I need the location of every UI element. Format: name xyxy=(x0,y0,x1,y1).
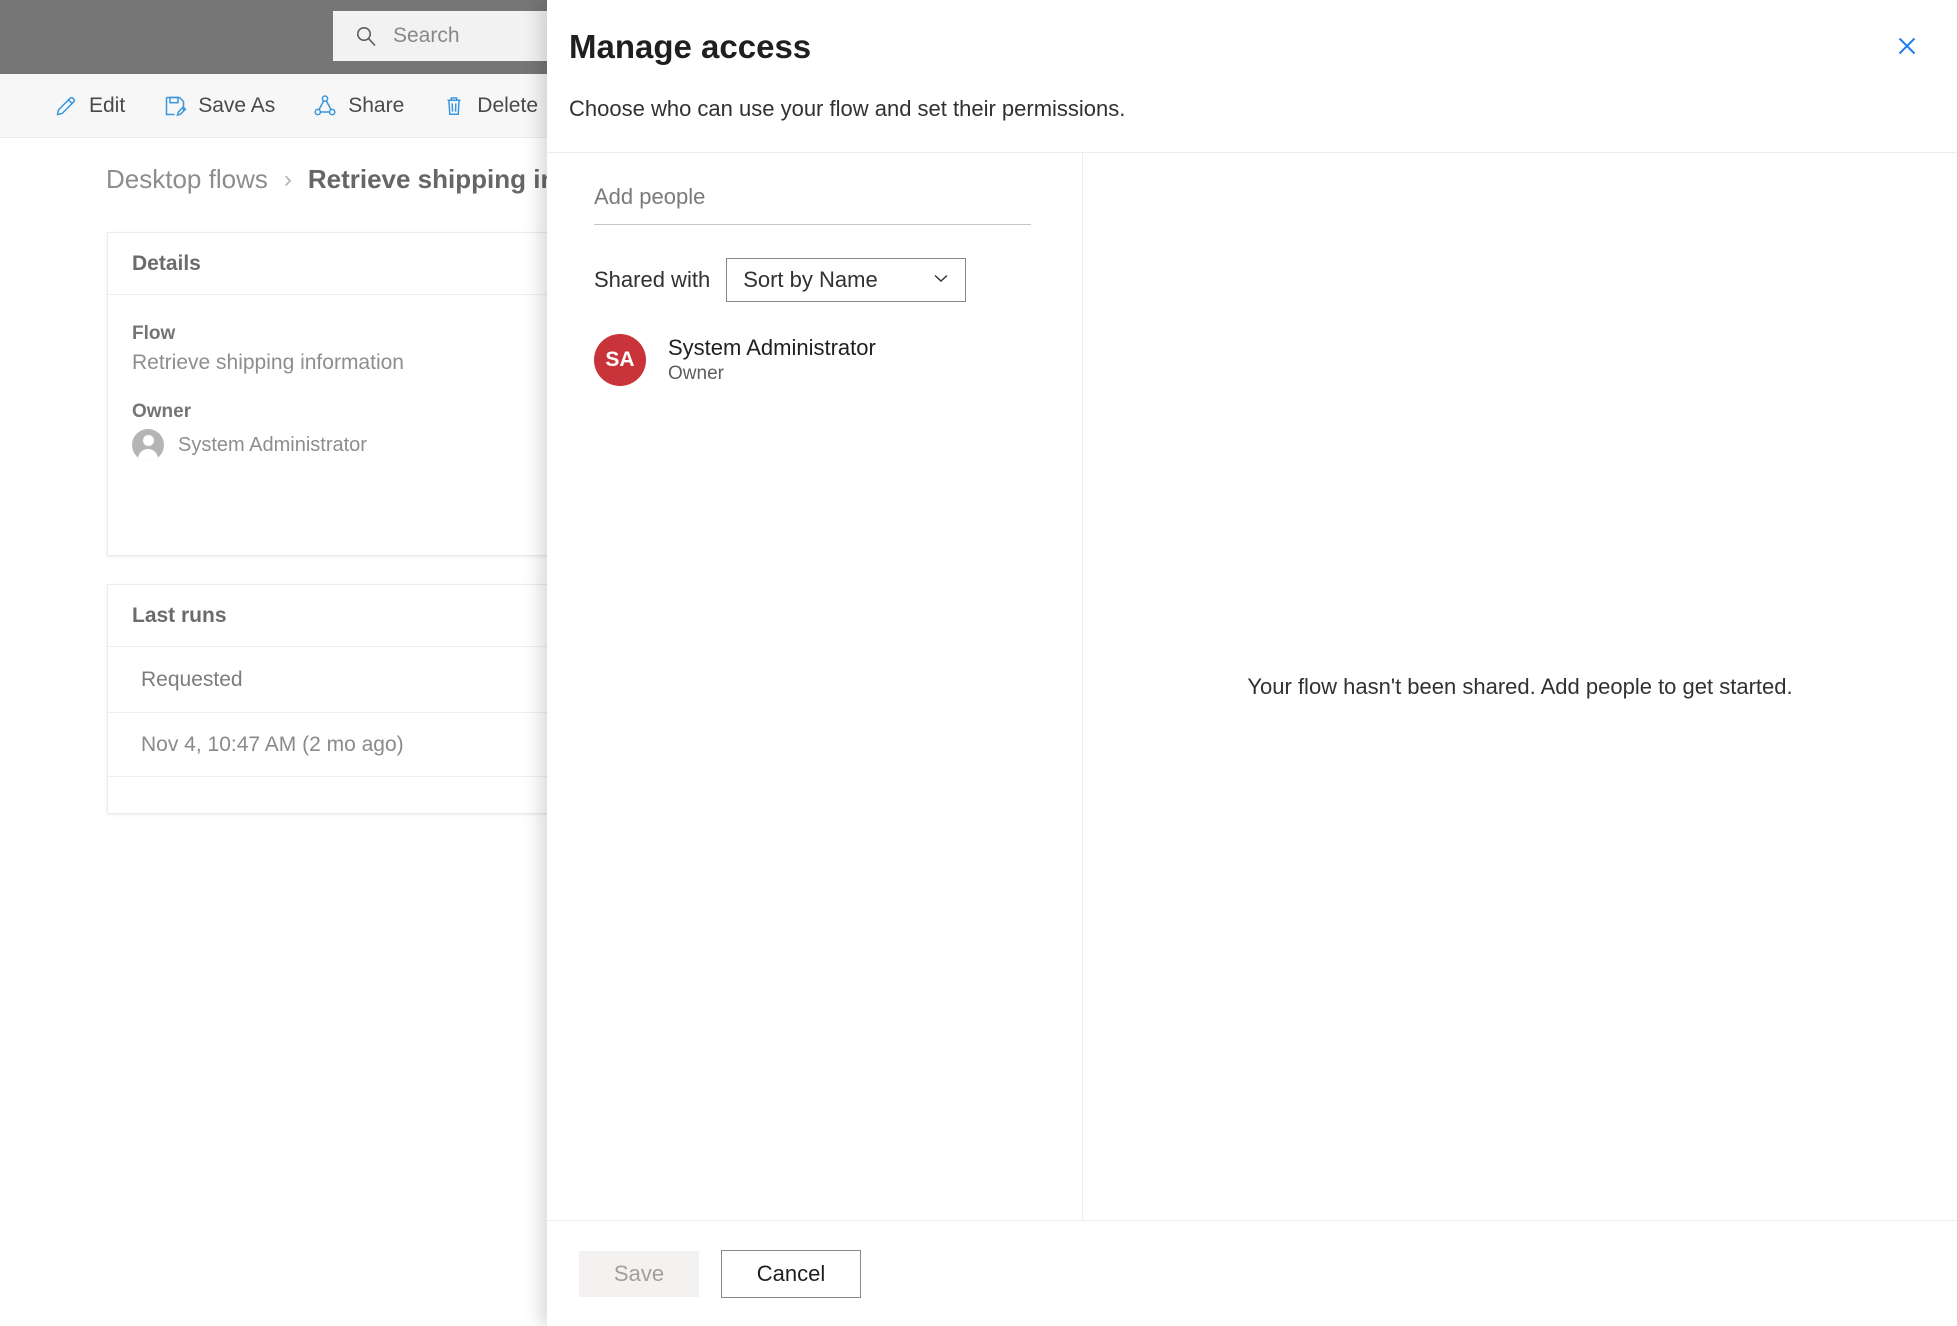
share-button[interactable]: Share xyxy=(307,81,410,131)
edit-button[interactable]: Edit xyxy=(48,81,131,131)
save-as-button[interactable]: Save As xyxy=(157,81,281,131)
avatar xyxy=(132,429,164,461)
person-role: Owner xyxy=(668,362,724,384)
person-info: System Administrator Owner xyxy=(668,334,876,386)
close-icon[interactable] xyxy=(1883,22,1931,70)
pencil-icon xyxy=(54,94,78,118)
save-as-label: Save As xyxy=(198,93,276,117)
share-icon xyxy=(313,94,337,118)
shared-with-label: Shared with xyxy=(594,267,711,292)
panel-subtitle: Choose who can use your flow and set the… xyxy=(569,96,1126,121)
chevron-down-icon xyxy=(931,268,951,293)
empty-state: Your flow hasn't been shared. Add people… xyxy=(1083,153,1957,1220)
save-as-icon xyxy=(163,94,187,118)
sort-select-value: Sort by Name xyxy=(743,267,878,292)
breadcrumb-item-desktop-flows[interactable]: Desktop flows xyxy=(106,164,268,195)
save-button[interactable]: Save xyxy=(579,1250,699,1297)
manage-access-panel: Manage access Choose who can use your fl… xyxy=(547,0,1957,1326)
add-people-input[interactable] xyxy=(594,178,1031,225)
avatar: SA xyxy=(594,334,646,387)
trash-icon xyxy=(442,94,466,118)
empty-state-text: Your flow hasn't been shared. Add people… xyxy=(1247,673,1793,699)
owner-value: System Administrator xyxy=(178,433,367,456)
list-item[interactable]: SA System Administrator Owner xyxy=(594,326,1034,394)
chevron-right-icon: › xyxy=(283,165,292,193)
details-card-title: Details xyxy=(132,251,201,275)
search-placeholder: Search xyxy=(393,24,460,47)
panel-footer: Save Cancel xyxy=(547,1220,1957,1326)
add-people-field xyxy=(594,178,1031,225)
page-title: Manage access xyxy=(569,28,812,65)
share-label: Share xyxy=(348,93,405,117)
edit-label: Edit xyxy=(89,93,126,117)
shared-people-list: SA System Administrator Owner xyxy=(594,326,1034,394)
sort-select[interactable]: Sort by Name xyxy=(726,258,967,302)
cancel-button[interactable]: Cancel xyxy=(721,1249,861,1298)
delete-label: Delete xyxy=(477,93,538,117)
shared-with-row: Shared with Sort by Name xyxy=(594,258,967,302)
delete-button[interactable]: Delete xyxy=(436,81,544,131)
search-icon xyxy=(355,25,377,47)
person-name: System Administrator xyxy=(668,335,876,360)
last-runs-card-title: Last runs xyxy=(132,603,227,627)
